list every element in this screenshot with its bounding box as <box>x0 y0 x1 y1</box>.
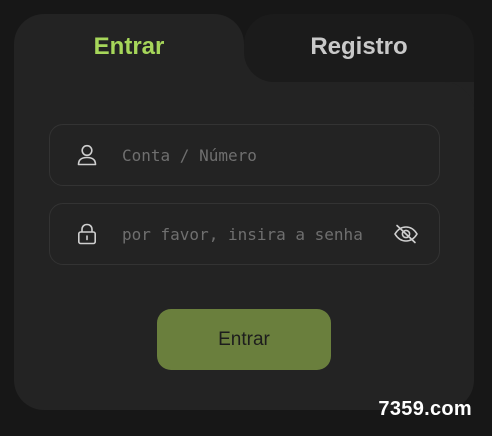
user-icon <box>76 144 98 166</box>
login-screen: Entrar Registro Entrar 7 <box>0 0 492 436</box>
card-top-right <box>244 82 474 112</box>
account-field <box>49 124 440 186</box>
watermark: 7359.com <box>378 398 472 420</box>
login-button[interactable]: Entrar <box>157 309 331 370</box>
tab-login[interactable]: Entrar <box>14 30 244 64</box>
password-input[interactable] <box>122 204 381 264</box>
tab-register[interactable]: Registro <box>244 30 474 64</box>
account-input[interactable] <box>122 125 439 185</box>
lock-icon <box>76 223 98 245</box>
password-field <box>49 203 440 265</box>
eye-off-icon[interactable] <box>393 221 419 247</box>
